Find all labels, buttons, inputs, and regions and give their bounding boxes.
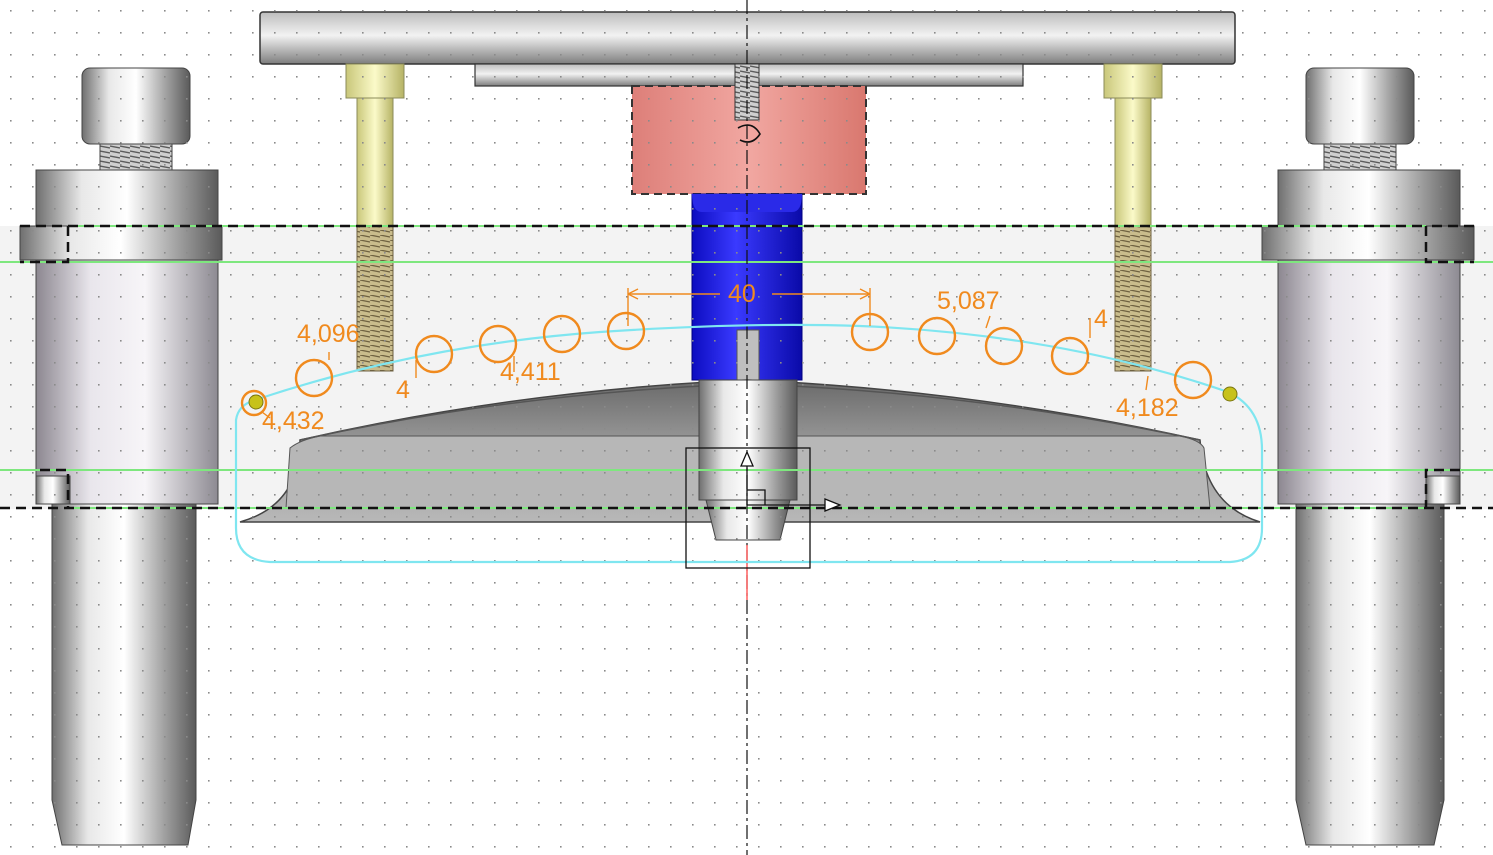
dimension-4096[interactable]: 4,096 [297, 322, 360, 347]
sketch-endpoint-right[interactable] [1222, 386, 1238, 402]
dimension-5087[interactable]: 5,087 [937, 289, 1000, 314]
dimension-4411[interactable]: 4,411 [500, 360, 561, 385]
dimension-4432[interactable]: 4,432 [262, 409, 325, 434]
dimension-4-left[interactable]: 4 [396, 378, 410, 403]
cad-drawing[interactable] [0, 0, 1493, 855]
dimension-4182[interactable]: 4,182 [1116, 396, 1179, 421]
sketch-endpoint-left[interactable] [248, 394, 264, 410]
dimension-center-spacing[interactable]: 40 [728, 282, 756, 307]
cad-viewport[interactable]: 40 4,096 4 4,411 4,432 5,087 4 4,182 [0, 0, 1493, 855]
dimension-4-right[interactable]: 4 [1094, 307, 1108, 332]
